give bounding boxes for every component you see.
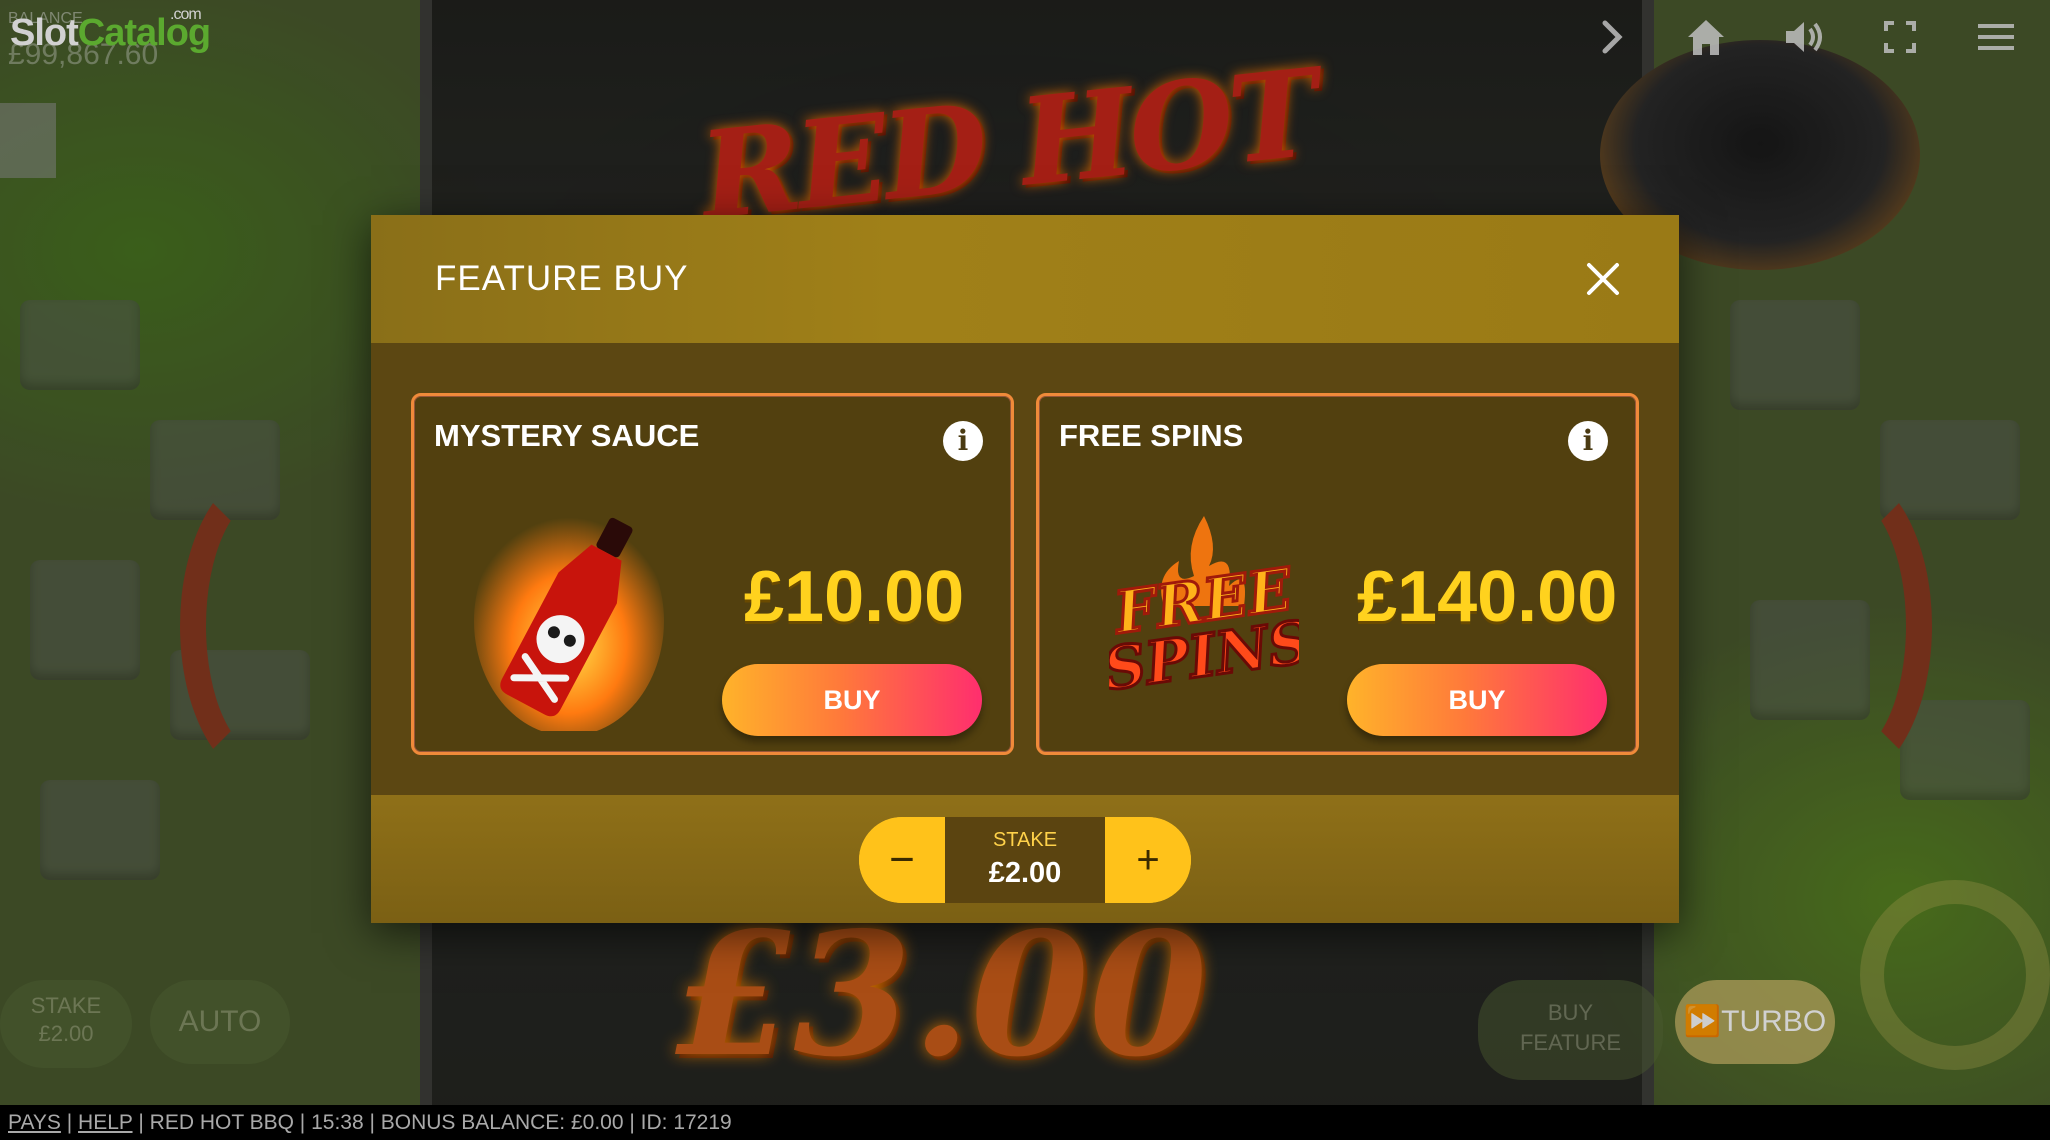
- decrease-stake-button[interactable]: −: [859, 817, 945, 903]
- hot-sauce-bottle-icon: [474, 506, 664, 731]
- stake-control: − STAKE £2.00 +: [859, 817, 1191, 903]
- close-icon: [1587, 263, 1619, 295]
- close-button[interactable]: [1575, 251, 1631, 307]
- buy-button[interactable]: BUY: [722, 664, 982, 736]
- stake-display: STAKE £2.00: [945, 817, 1105, 903]
- increase-stake-button[interactable]: +: [1105, 817, 1191, 903]
- feature-card-free-spins: FREE SPINS i FREE SPINS £140.00 BUY: [1036, 393, 1639, 755]
- info-button[interactable]: i: [943, 421, 983, 461]
- card-title: MYSTERY SAUCE: [434, 418, 700, 453]
- stake-value: £2.00: [988, 857, 1062, 889]
- stake-label: STAKE: [992, 829, 1058, 851]
- card-title: FREE SPINS: [1059, 418, 1244, 453]
- minus-icon: −: [889, 835, 915, 884]
- dialog-title: FEATURE BUY: [435, 259, 689, 298]
- info-button[interactable]: i: [1568, 421, 1608, 461]
- dialog-header: FEATURE BUY: [371, 215, 1679, 343]
- feature-card-mystery-sauce: MYSTERY SAUCE i £10.00 BUY: [411, 393, 1014, 755]
- free-spins-logo-icon: FREE SPINS: [1109, 516, 1299, 705]
- feature-buy-dialog: FEATURE BUY MYSTERY SAUCE i £10.00 BUY F…: [371, 215, 1679, 923]
- price-label: £140.00: [1357, 557, 1618, 637]
- price-label: £10.00: [744, 557, 965, 637]
- plus-icon: +: [1136, 838, 1160, 882]
- buy-button[interactable]: BUY: [1347, 664, 1607, 736]
